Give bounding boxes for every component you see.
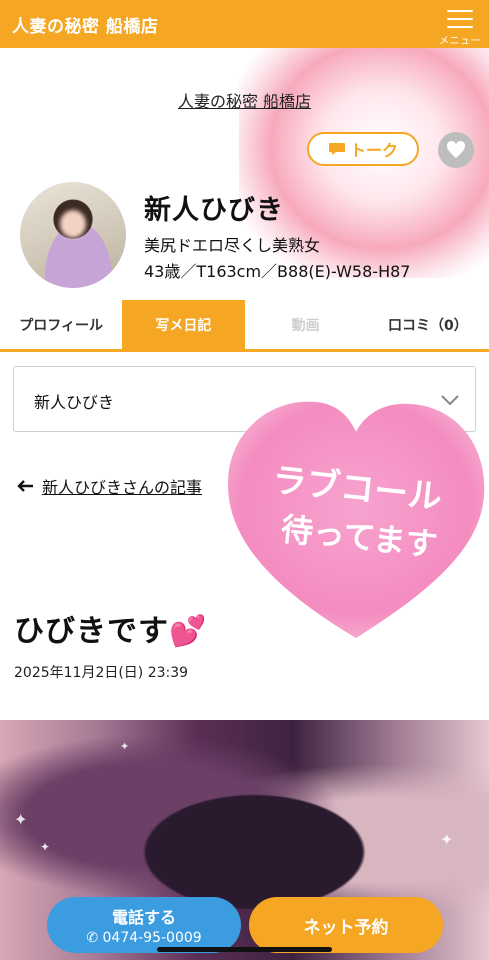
menu-button[interactable]: メニュー [437, 4, 483, 47]
profile-specs: 43歳／T163cm／B88(E)-W58-H87 [144, 262, 411, 281]
back-to-articles-link[interactable]: 新人ひびきさんの記事 [16, 474, 202, 498]
heart-icon [446, 141, 466, 158]
net-reservation-button[interactable]: ネット予約 [249, 897, 443, 953]
speech-bubble-icon [328, 143, 345, 155]
profile-tabs: プロフィール 写メ日記 動画 口コミ（0） [0, 300, 489, 352]
talk-label: トーク [349, 141, 398, 160]
call-button[interactable]: 電話する ✆ 0474-95-0009 [47, 897, 241, 953]
favorite-button[interactable] [438, 132, 474, 168]
profile-name: 新人ひびき [144, 195, 284, 226]
shop-link[interactable]: 人妻の秘密 船橋店 [0, 88, 489, 112]
top-bar: 人妻の秘密 船橋店 メニュー [0, 0, 489, 48]
home-indicator [157, 947, 332, 952]
back-link-label: 新人ひびきさんの記事 [42, 478, 203, 497]
tab-profile[interactable]: プロフィール [0, 300, 122, 349]
sparkle-icon: ✦ [40, 840, 51, 854]
phone-number: 0474-95-0009 [102, 930, 202, 946]
menu-icon [447, 10, 473, 28]
arrow-left-icon [17, 480, 33, 492]
post-title: ひびきです💕 [14, 614, 208, 649]
menu-label: メニュー [439, 36, 481, 47]
phone-number-row: ✆ 0474-95-0009 [47, 930, 241, 946]
shop-title[interactable]: 人妻の秘密 船橋店 [12, 12, 158, 37]
love-call-sticker: ラブコール 待ってます [222, 392, 489, 648]
phone-icon: ✆ [86, 930, 99, 946]
cast-select-value: 新人ひびき [34, 393, 115, 412]
book-label: ネット予約 [303, 917, 389, 938]
profile-header: 人妻の秘密 船橋店 トーク 新人ひびき 美尻ドエロ尽くし美熟女 43歳／T163… [0, 48, 489, 300]
sparkle-icon: ✦ [440, 830, 454, 849]
tab-video: 動画 [291, 317, 320, 334]
avatar[interactable] [20, 182, 126, 288]
sparkle-icon: ✦ [14, 810, 28, 829]
profile-catchphrase: 美尻ドエロ尽くし美熟女 [144, 236, 321, 255]
call-label: 電話する [111, 908, 176, 927]
post-date: 2025年11月2日(日) 23:39 [14, 665, 189, 681]
tab-photo-diary[interactable]: 写メ日記 [122, 300, 245, 349]
tab-reviews[interactable]: 口コミ（0） [367, 300, 489, 349]
sparkle-icon: ✦ [120, 740, 130, 753]
talk-button[interactable]: トーク [307, 132, 419, 166]
